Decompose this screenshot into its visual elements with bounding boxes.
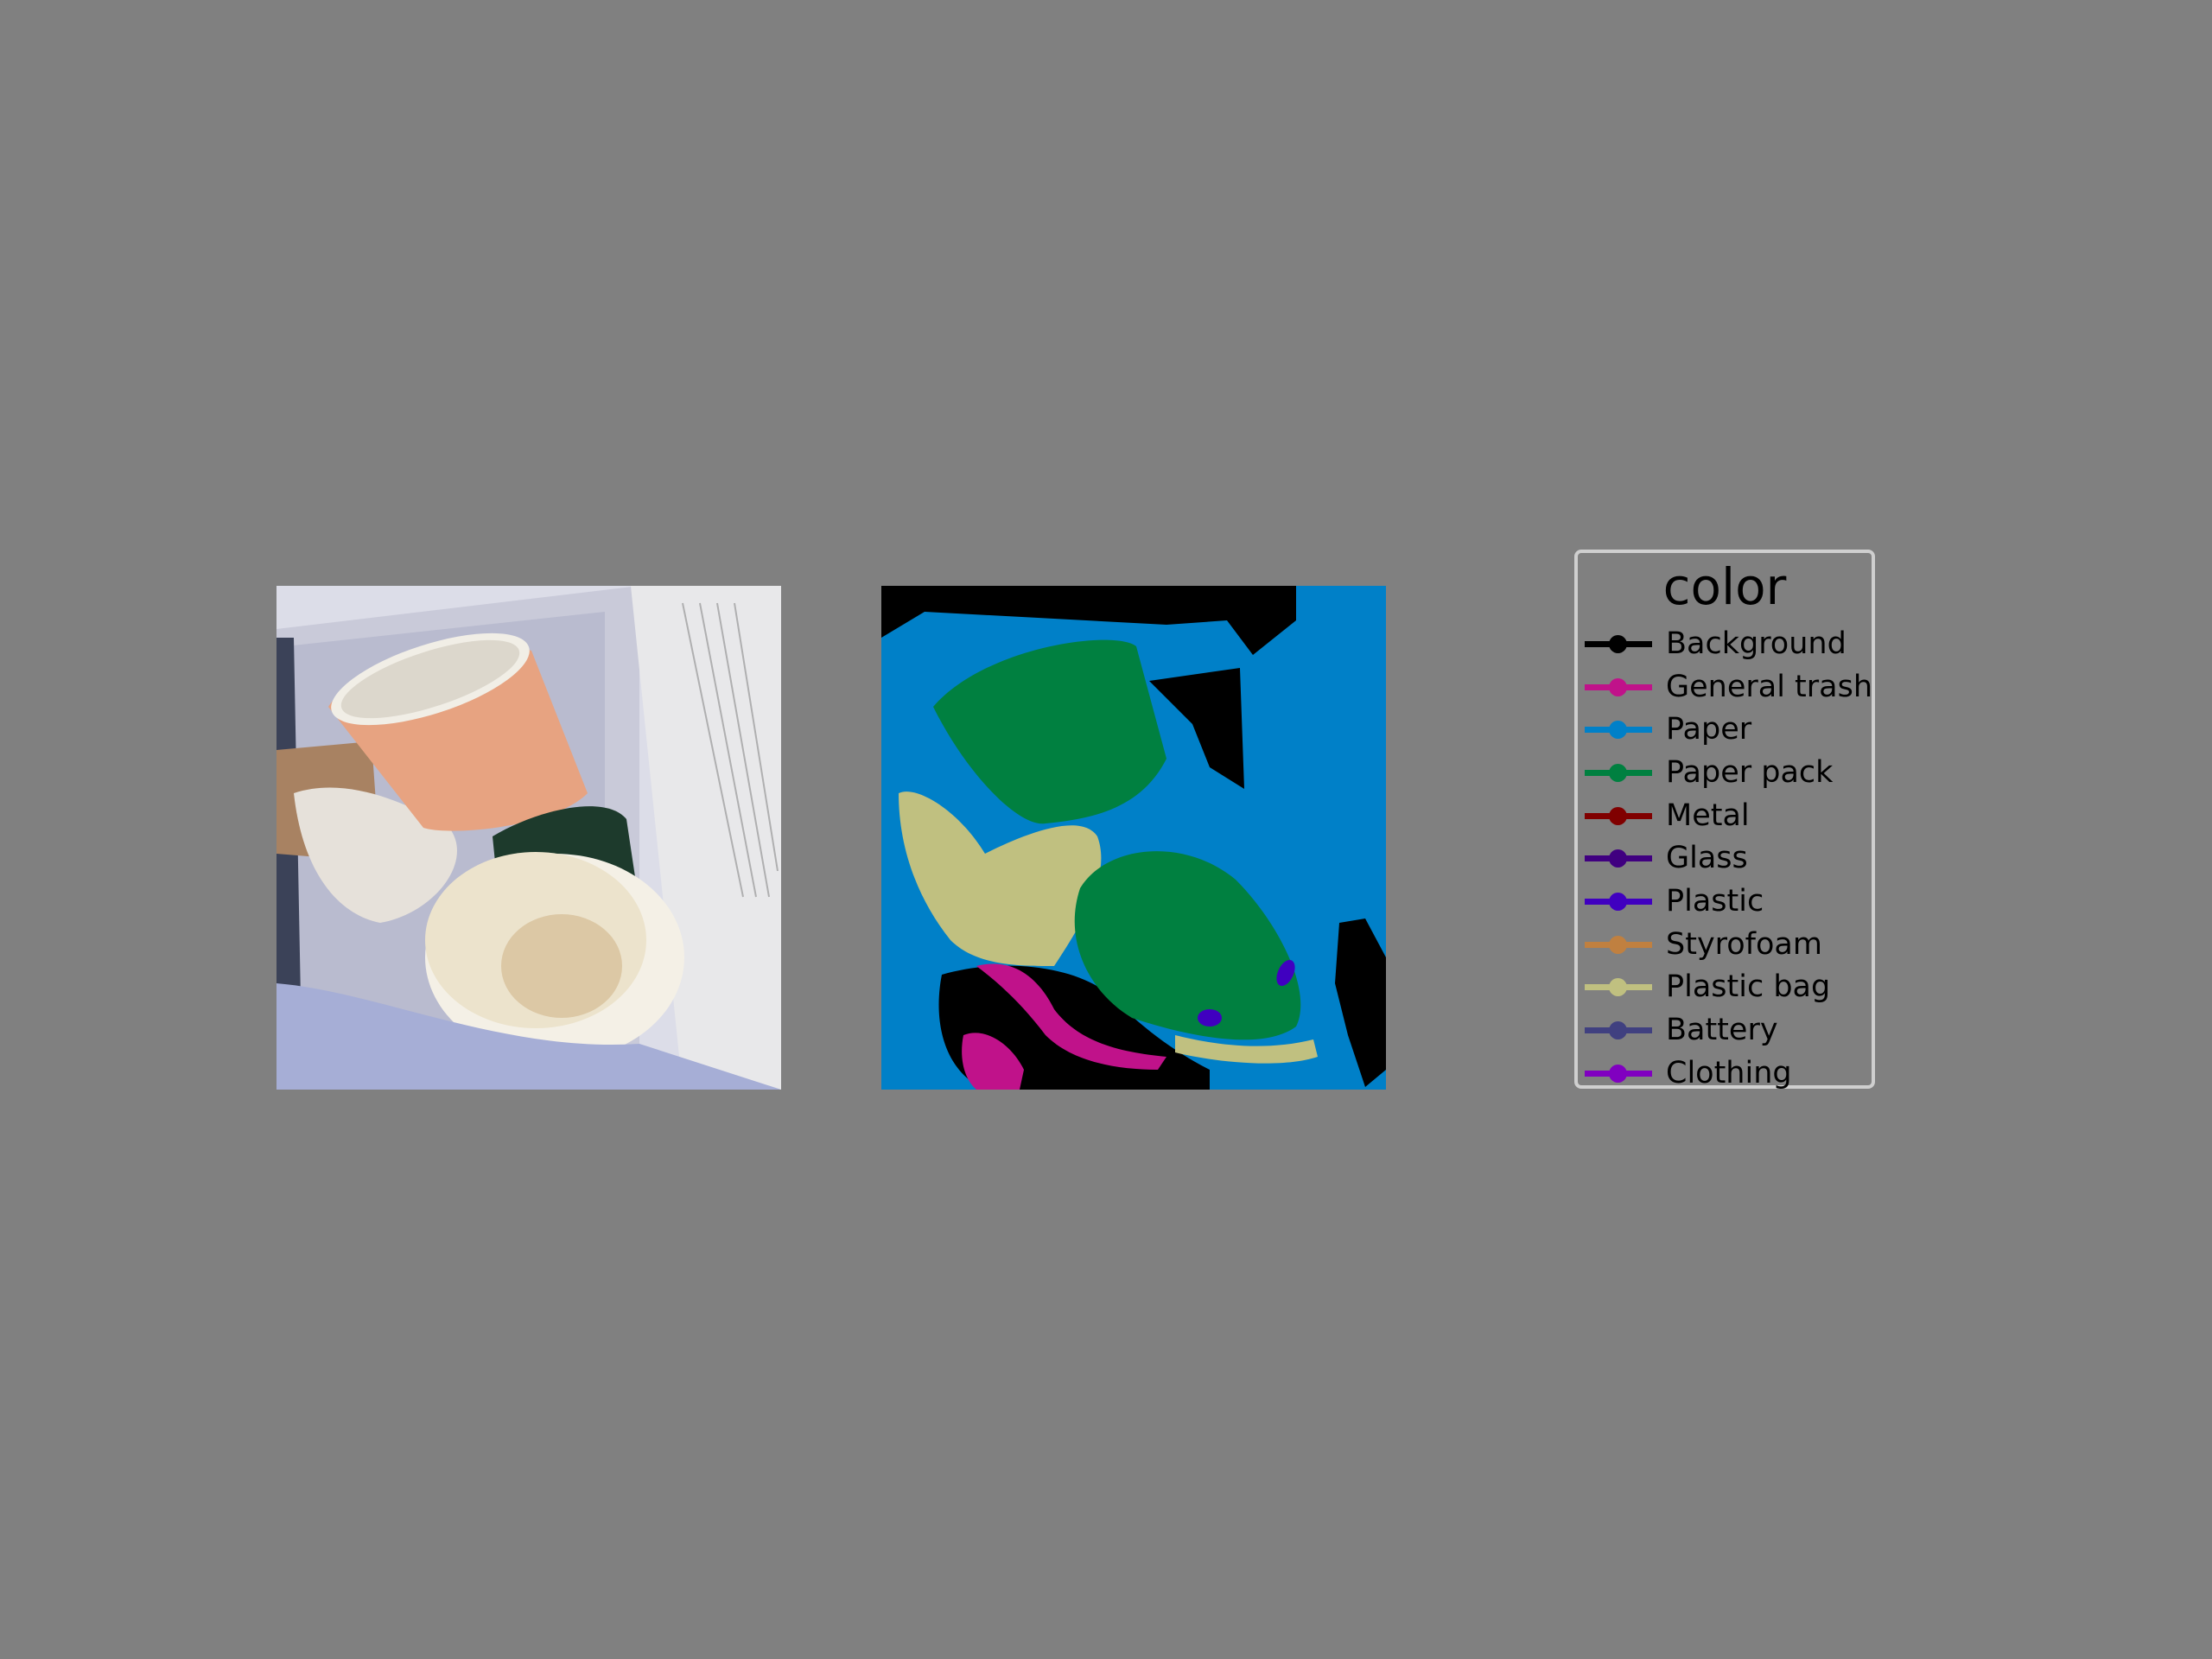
legend-swatch-dot <box>1609 892 1627 911</box>
legend-swatch <box>1585 841 1652 875</box>
legend-swatch <box>1585 927 1652 962</box>
legend-swatch-dot <box>1609 634 1627 653</box>
segmentation-mask <box>881 586 1386 1090</box>
legend-label: Glass <box>1666 841 1748 876</box>
legend-item: Background <box>1585 622 1872 665</box>
legend-item: Metal <box>1585 794 1872 837</box>
legend-swatch-dot <box>1609 721 1627 740</box>
legend-swatch-dot <box>1609 806 1627 825</box>
legend-swatch <box>1585 798 1652 833</box>
legend-label: Background <box>1666 626 1847 661</box>
legend-label: Clothing <box>1666 1055 1792 1090</box>
legend-label: Metal <box>1666 798 1750 833</box>
legend-swatch-dot <box>1609 677 1627 696</box>
legend-label: Paper <box>1666 712 1752 747</box>
legend-label: Battery <box>1666 1013 1778 1048</box>
legend-label: Plastic <box>1666 883 1764 918</box>
legend-list: Background General trash Paper Paper pack Me… <box>1585 622 1872 1095</box>
legend-label: Paper pack <box>1666 754 1834 790</box>
legend-title: color <box>1662 557 1787 616</box>
legend-swatch-dot <box>1609 1021 1627 1040</box>
figure: color Background General trash Paper Paper … <box>0 0 2212 1659</box>
legend-item: Paper pack <box>1585 751 1872 794</box>
legend-swatch-dot <box>1609 978 1627 997</box>
legend-item: Plastic <box>1585 880 1872 923</box>
legend-item: Plastic bag <box>1585 966 1872 1009</box>
segmentation-mask-panel <box>881 586 1386 1090</box>
legend-swatch-dot <box>1609 763 1627 782</box>
legend-swatch <box>1585 1056 1652 1090</box>
legend: color Background General trash Paper Paper … <box>1574 550 1875 1090</box>
legend-swatch <box>1585 884 1652 918</box>
legend-item: Clothing <box>1585 1052 1872 1095</box>
legend-swatch <box>1585 1013 1652 1047</box>
legend-swatch-dot <box>1609 849 1627 868</box>
legend-label: Plastic bag <box>1666 969 1831 1005</box>
legend-label: General trash <box>1666 669 1873 704</box>
legend-swatch-dot <box>1609 935 1627 954</box>
legend-swatch <box>1585 626 1652 661</box>
legend-swatch <box>1585 969 1652 1004</box>
legend-swatch <box>1585 670 1652 704</box>
legend-item: Paper <box>1585 708 1872 751</box>
legend-item: Battery <box>1585 1008 1872 1052</box>
photo-panel <box>276 586 781 1090</box>
legend-item: Glass <box>1585 836 1872 880</box>
legend-swatch <box>1585 755 1652 790</box>
legend-label: Styrofoam <box>1666 926 1822 962</box>
trash-photo <box>276 586 781 1090</box>
legend-item: Styrofoam <box>1585 923 1872 966</box>
legend-swatch <box>1585 712 1652 747</box>
legend-item: General trash <box>1585 665 1872 709</box>
legend-swatch-dot <box>1609 1064 1627 1083</box>
